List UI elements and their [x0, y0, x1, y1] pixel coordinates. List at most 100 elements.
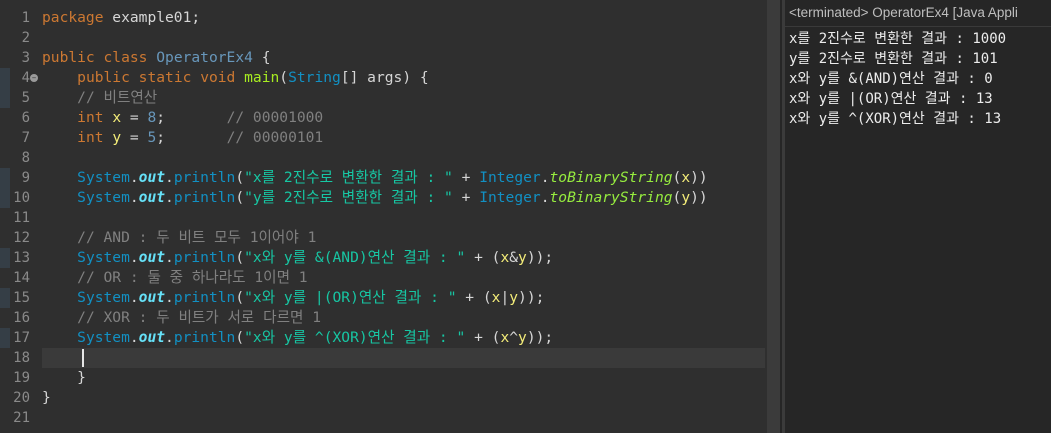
code-token: . — [165, 169, 174, 186]
code-token: + ( — [465, 249, 501, 266]
code-token: System — [77, 289, 130, 306]
code-token: ; — [156, 129, 227, 146]
line-number-gutter: 1 2 3 4 5 6 7 8 9 10 11 12 13 14 15 16 17 18 19 20 21− — [0, 0, 38, 433]
code-editor[interactable]: 1 2 3 4 5 6 7 8 9 10 11 12 13 14 15 16 17 18 19 20 21− packa… — [0, 0, 767, 433]
code-line[interactable]: System.out.println("x와 y를 &(AND)연산 결과 : … — [42, 248, 553, 268]
code-token: x — [112, 109, 122, 126]
code-token: ( — [235, 189, 245, 206]
code-line[interactable]: // 비트연산 — [42, 88, 157, 108]
code-token: ^ — [509, 329, 519, 346]
fold-toggle-icon[interactable]: − — [30, 74, 38, 82]
line-number: 2 — [21, 30, 30, 46]
ide-window: 1 2 3 4 5 6 7 8 9 10 11 12 13 14 15 16 17 18 19 20 21− packa… — [0, 0, 1051, 433]
code-token: // 비트연산 — [77, 89, 158, 106]
code-line[interactable]: int y = 5; // 00000101 — [42, 128, 323, 148]
code-token: package — [42, 9, 104, 26]
code-token: ( — [235, 329, 245, 346]
code-line[interactable]: } — [42, 368, 86, 388]
code-area[interactable]: package example01; public class OperatorE… — [42, 0, 767, 433]
code-token: "x를 2진수로 변환한 결과 : " — [244, 169, 453, 186]
code-token: { — [252, 49, 271, 66]
code-token: )) — [690, 169, 708, 186]
code-token: out — [138, 169, 166, 186]
code-token: println — [173, 249, 236, 266]
line-number: 3 — [21, 50, 30, 66]
line-number: 6 — [21, 110, 30, 126]
code-token: } — [42, 389, 51, 406]
code-line[interactable]: System.out.println("x를 2진수로 변환한 결과 : " +… — [42, 168, 708, 188]
code-token: )); — [526, 329, 554, 346]
code-token: args) { — [367, 69, 429, 86]
line-number: 5 — [21, 90, 30, 106]
code-token: toBinaryString — [549, 189, 673, 206]
code-token: . — [540, 169, 550, 186]
console-view: <terminated> OperatorEx4 [Java Appli x를 … — [785, 0, 1051, 433]
code-line[interactable]: // OR : 둘 중 하나라도 1이면 1 — [42, 268, 307, 288]
code-token: "x와 y를 &(AND)연산 결과 : " — [244, 249, 466, 266]
code-token: println — [173, 289, 236, 306]
code-token: int — [77, 109, 104, 126]
code-line[interactable]: public static void main(String[] args) { — [42, 68, 429, 88]
code-token: 8 — [147, 109, 157, 126]
console-title: <terminated> OperatorEx4 [Java Appli — [785, 0, 1051, 27]
code-token: )); — [518, 289, 545, 306]
code-token: x — [681, 169, 691, 186]
code-token: Integer — [479, 189, 541, 206]
line-number: 10 — [13, 190, 30, 206]
code-token: y — [681, 189, 691, 206]
code-token: out — [138, 289, 166, 306]
code-token: System — [77, 189, 130, 206]
code-line[interactable]: public class OperatorEx4 { — [42, 48, 270, 68]
code-token: . — [540, 189, 550, 206]
code-token: y — [518, 329, 527, 346]
code-token: + — [452, 169, 480, 186]
console-output-line: x와 y를 ^(XOR)연산 결과 : 13 — [789, 111, 1002, 127]
code-token: // XOR : 두 비트가 서로 다르면 1 — [77, 309, 321, 326]
code-token: int — [77, 129, 104, 146]
code-token: ( — [235, 249, 245, 266]
code-line[interactable]: package example01; — [42, 8, 200, 28]
code-token: System — [77, 329, 130, 346]
code-line[interactable]: } — [42, 388, 51, 408]
code-line[interactable]: int x = 8; // 00001000 — [42, 108, 323, 128]
line-number: 12 — [13, 230, 30, 246]
code-token: println — [173, 189, 236, 206]
line-number: 20 — [13, 390, 30, 406]
code-line[interactable]: System.out.println("x와 y를 ^(XOR)연산 결과 : … — [42, 328, 553, 348]
code-line[interactable]: // XOR : 두 비트가 서로 다르면 1 — [42, 308, 321, 328]
panel-divider — [780, 0, 782, 433]
code-token: y — [509, 289, 519, 306]
code-token: // 00001000 — [226, 109, 324, 126]
code-token: = — [121, 129, 148, 146]
code-token: String — [288, 69, 341, 86]
line-number: 4 — [21, 70, 30, 86]
code-token: ( — [235, 289, 245, 306]
panel-splitter[interactable] — [767, 0, 785, 433]
code-token: . — [165, 249, 174, 266]
code-token: . — [165, 189, 174, 206]
code-token: )) — [690, 189, 708, 206]
code-token: static — [138, 69, 192, 86]
code-token: . — [129, 329, 139, 346]
line-number: 16 — [13, 310, 30, 326]
code-token: println — [173, 329, 236, 346]
line-number: 9 — [21, 170, 30, 186]
code-token: "x와 y를 ^(XOR)연산 결과 : " — [244, 329, 466, 346]
line-number: 15 — [13, 290, 30, 306]
code-token: System — [77, 169, 130, 186]
code-line[interactable]: System.out.println("x와 y를 |(OR)연산 결과 : "… — [42, 288, 544, 308]
code-line[interactable]: // AND : 두 비트 모두 1이어야 1 — [42, 228, 316, 248]
code-line[interactable]: System.out.println("y를 2진수로 변환한 결과 : " +… — [42, 188, 708, 208]
code-token: = — [121, 109, 148, 126]
code-token: x — [500, 329, 510, 346]
code-token: ( — [672, 169, 682, 186]
